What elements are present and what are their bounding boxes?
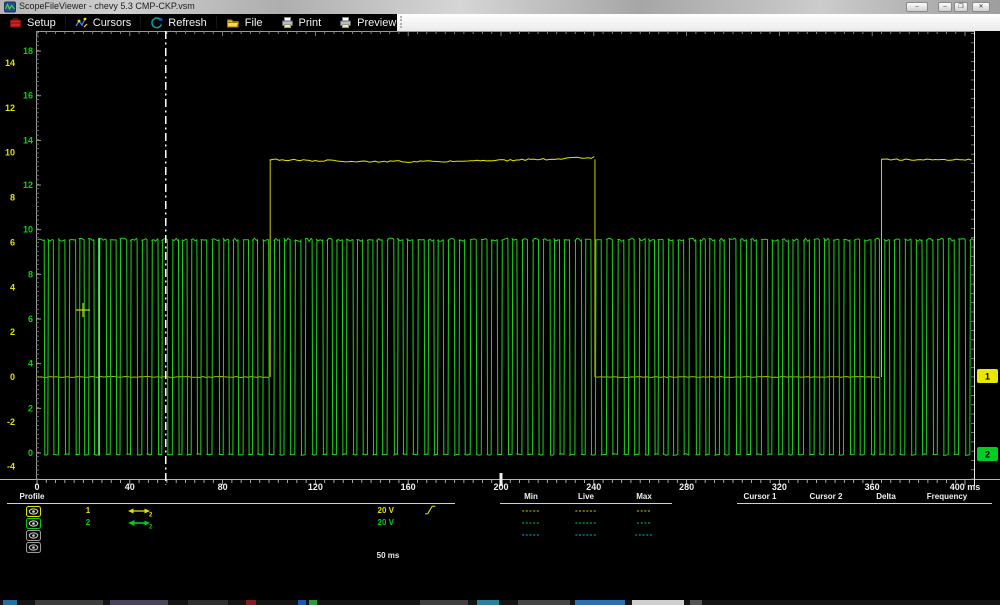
cursors-label: Cursors (92, 16, 132, 29)
cursors-button[interactable]: Cursors (66, 14, 141, 31)
scope-file-viewer-window: ScopeFileViewer - chevy 5.3 CMP-CKP.vsm … (0, 0, 1000, 605)
file-button[interactable]: File (217, 14, 272, 31)
restore-button[interactable]: ❐ (954, 2, 968, 12)
ch3-min-value: ----- (521, 530, 541, 539)
print-button[interactable]: Print (272, 14, 331, 31)
channel1-trigger-slope-icon[interactable] (423, 505, 438, 515)
channel2-range[interactable]: 20 V (356, 518, 394, 528)
svg-text:12: 12 (5, 103, 15, 113)
refresh-icon (151, 17, 164, 29)
refresh-label: Refresh (168, 16, 207, 29)
channel2-visibility-eye-icon[interactable] (26, 518, 41, 529)
svg-text:12: 12 (23, 180, 33, 190)
svg-text:4: 4 (28, 359, 33, 369)
channel1-probe-icon[interactable]: 2 (127, 507, 153, 517)
svg-text:0: 0 (28, 448, 33, 458)
refresh-button[interactable]: Refresh (141, 14, 216, 31)
print-preview-icon (340, 17, 352, 28)
channel1-visibility-eye-icon[interactable] (26, 506, 41, 517)
ch2-min-value: ----- (521, 518, 541, 527)
app-logo-icon (4, 1, 16, 13)
channel2-probe-icon[interactable]: 2 (127, 519, 153, 529)
max-header: Max (636, 492, 652, 501)
divider (737, 503, 992, 504)
channel2-number: 2 (85, 518, 91, 527)
os-taskbar[interactable] (0, 600, 1000, 605)
svg-text:14: 14 (23, 135, 33, 145)
ch1-live-value: ------ (575, 506, 597, 515)
ch1-max-value: ---- (636, 506, 652, 515)
preview-button[interactable]: Preview (330, 14, 405, 31)
ch3-max-value: ----- (634, 530, 654, 539)
toolbar-extension-area (397, 14, 1000, 31)
svg-text:2: 2 (10, 327, 15, 337)
channel1-range[interactable]: 20 V (356, 506, 394, 516)
ch1-min-value: ----- (521, 506, 541, 515)
svg-text:2: 2 (149, 513, 153, 518)
svg-text:16: 16 (23, 91, 33, 101)
min-header: Min (524, 492, 538, 501)
svg-text:18: 18 (23, 46, 33, 56)
ch3-live-value: ------ (575, 530, 597, 539)
folder-icon (226, 19, 239, 28)
svg-text:6: 6 (10, 237, 15, 247)
svg-text:2: 2 (985, 450, 990, 460)
svg-text:0: 0 (10, 372, 15, 382)
divider (500, 503, 672, 504)
ch2-max-value: ---- (636, 518, 652, 527)
close-button[interactable]: ✕ (972, 2, 990, 12)
svg-text:10: 10 (5, 148, 15, 158)
toolbar-minimize-button[interactable]: – (906, 2, 928, 12)
svg-text:2: 2 (28, 403, 33, 413)
svg-text:8: 8 (28, 269, 33, 279)
frequency-header: Frequency (926, 492, 968, 501)
channel4-visibility-eye-icon[interactable] (26, 542, 41, 553)
preview-label: Preview (357, 16, 397, 29)
cursor1-header: Cursor 1 (743, 492, 777, 501)
divider (7, 503, 455, 504)
print-label: Print (298, 16, 322, 29)
toolbar-grip-handle[interactable] (400, 16, 402, 28)
scope-display[interactable]: 14121086420-2-41816141210864200 40 80 120 16… (0, 31, 1000, 493)
svg-text:6: 6 (28, 314, 33, 324)
setup-button[interactable]: Setup (0, 14, 65, 31)
ch2-live-value: ------ (575, 518, 597, 527)
svg-text:4: 4 (10, 282, 15, 292)
toolbox-icon (10, 18, 21, 28)
delta-header: Delta (876, 492, 896, 501)
file-label: File (244, 16, 263, 29)
channel3-visibility-eye-icon[interactable] (26, 530, 41, 541)
printer-icon (281, 17, 293, 28)
main-toolbar: Setup Cursors Refresh File Print Preview (0, 14, 397, 31)
time-window-label: 50 ms (376, 551, 400, 560)
svg-text:14: 14 (5, 58, 15, 68)
titlebar[interactable]: ScopeFileViewer - chevy 5.3 CMP-CKP.vsm … (0, 0, 1000, 15)
svg-text:8: 8 (10, 193, 15, 203)
svg-text:-4: -4 (7, 462, 15, 472)
window-title: ScopeFileViewer - chevy 5.3 CMP-CKP.vsm (19, 1, 195, 11)
profile-panel: Profile Min Live Max Cursor 1 Cursor 2 D… (0, 490, 1000, 555)
minimize-button[interactable]: – (938, 2, 952, 12)
svg-text:-2: -2 (7, 417, 15, 427)
playback-bar: 00:06:409 50 ms (0, 551, 1000, 600)
cursors-icon (75, 17, 88, 28)
setup-label: Setup (27, 16, 56, 29)
live-header: Live (577, 492, 594, 501)
svg-text:1: 1 (985, 372, 990, 382)
profile-header: Profile (19, 492, 45, 501)
channel1-number: 1 (85, 506, 91, 515)
svg-text:2: 2 (149, 525, 153, 530)
svg-text:10: 10 (23, 225, 33, 235)
